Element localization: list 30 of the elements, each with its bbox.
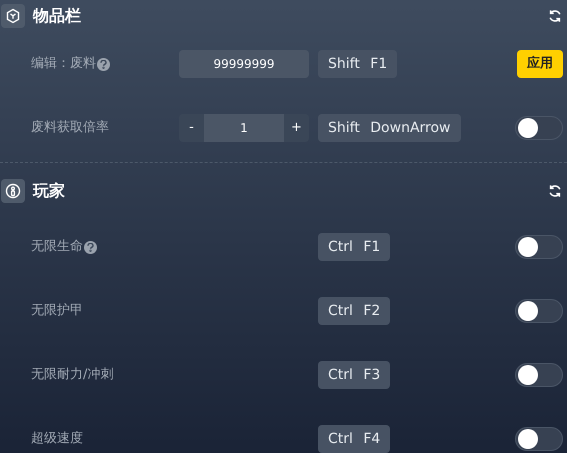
person-icon (1, 179, 25, 203)
increment-button[interactable]: + (284, 114, 309, 142)
toggle-switch[interactable] (515, 299, 563, 323)
section-title: 物品栏 (33, 5, 81, 27)
value-field[interactable]: 99999999 (179, 50, 309, 78)
setting-label: 无限生命 (31, 238, 83, 256)
value-field[interactable]: 1 (204, 114, 284, 142)
hotkey-chip[interactable]: Ctrl F3 (318, 361, 390, 389)
hotkey-chip[interactable]: Shift DownArrow (318, 114, 460, 142)
refresh-icon[interactable] (548, 184, 562, 198)
cube-icon (1, 4, 25, 28)
toggle-switch[interactable] (515, 116, 563, 140)
setting-label: 编辑：废料 (31, 55, 96, 74)
setting-label: 无限护甲 (31, 302, 83, 320)
hotkey-chip[interactable]: Ctrl F4 (318, 425, 390, 453)
setting-label: 超级速度 (31, 430, 83, 448)
refresh-icon[interactable] (548, 9, 562, 23)
toggle-switch[interactable] (515, 235, 563, 259)
hotkey-chip[interactable]: Ctrl F1 (318, 233, 390, 261)
hotkey-chip[interactable]: Shift F1 (318, 50, 398, 78)
hotkey-chip[interactable]: Ctrl F2 (318, 297, 390, 325)
section-title: 玩家 (33, 180, 65, 202)
apply-button[interactable]: 应用 (517, 50, 563, 78)
toggle-switch[interactable] (515, 363, 563, 387)
setting-label: 无限耐力/冲刺 (31, 366, 114, 384)
setting-label: 废料获取倍率 (31, 119, 109, 138)
toggle-switch[interactable] (515, 427, 563, 451)
decrement-button[interactable]: - (179, 114, 204, 142)
help-icon[interactable] (84, 240, 97, 254)
help-icon[interactable] (97, 58, 110, 70)
